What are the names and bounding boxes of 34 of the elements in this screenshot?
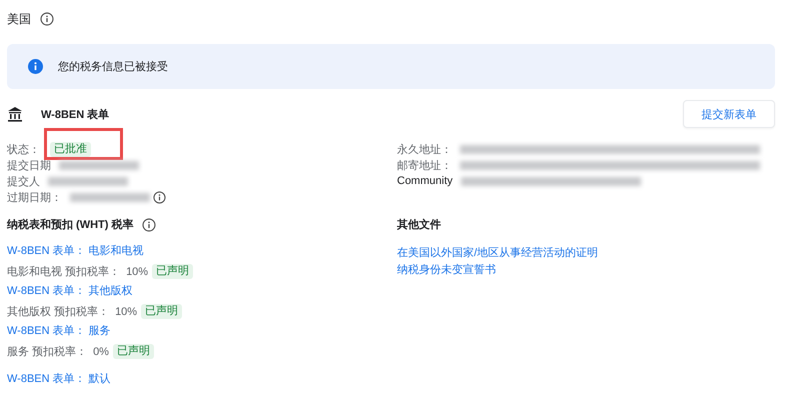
bank-icon (7, 106, 23, 122)
form-title: W-8BEN 表单 (41, 108, 110, 122)
submit-new-form-button[interactable]: 提交新表单 (683, 100, 775, 128)
rate-label: 电影和电视 预扣税率： (7, 264, 120, 279)
section-title: 其他文件 (397, 218, 442, 232)
info-icon (28, 59, 43, 74)
document-link[interactable]: 纳税身份未变宣誓书 (397, 263, 775, 278)
declared-badge: 已声明 (112, 344, 154, 359)
form-link[interactable]: W-8BEN 表单： 默认 (7, 372, 397, 387)
info-icon[interactable] (40, 12, 54, 26)
document-link[interactable]: 在美国以外国家/地区从事经营活动的证明 (397, 246, 775, 261)
info-icon[interactable] (153, 190, 166, 204)
status-badge: 已批准 (50, 142, 91, 156)
rate-label: 其他版权 预扣税率： (7, 304, 110, 319)
info-icon[interactable] (142, 218, 156, 232)
field-label: 永久地址： (397, 142, 452, 156)
rate-label: 服务 预扣税率： (7, 344, 88, 359)
field-label: 提交日期 (7, 158, 51, 172)
declared-badge: 已声明 (152, 264, 194, 279)
rate-value: 10% (126, 266, 148, 278)
field-label: 过期日期： (7, 190, 62, 204)
form-link[interactable]: W-8BEN 表单： 电影和电视 (7, 244, 397, 259)
country-title: 美国 (7, 10, 31, 28)
field-label: Community (397, 175, 453, 187)
rate-value: 10% (115, 306, 138, 318)
form-link[interactable]: W-8BEN 表单： 其他版权 (7, 284, 397, 299)
field-label: 提交人 (7, 174, 40, 188)
notice-text: 您的税务信息已被接受 (58, 60, 168, 74)
field-label: 状态： (7, 142, 40, 156)
field-label: 邮寄地址： (397, 158, 452, 172)
form-link[interactable]: W-8BEN 表单： 服务 (7, 324, 397, 339)
rate-value: 0% (93, 346, 109, 358)
section-title: 纳税表和预扣 (WHT) 税率 (7, 218, 134, 232)
declared-badge: 已声明 (141, 304, 182, 319)
